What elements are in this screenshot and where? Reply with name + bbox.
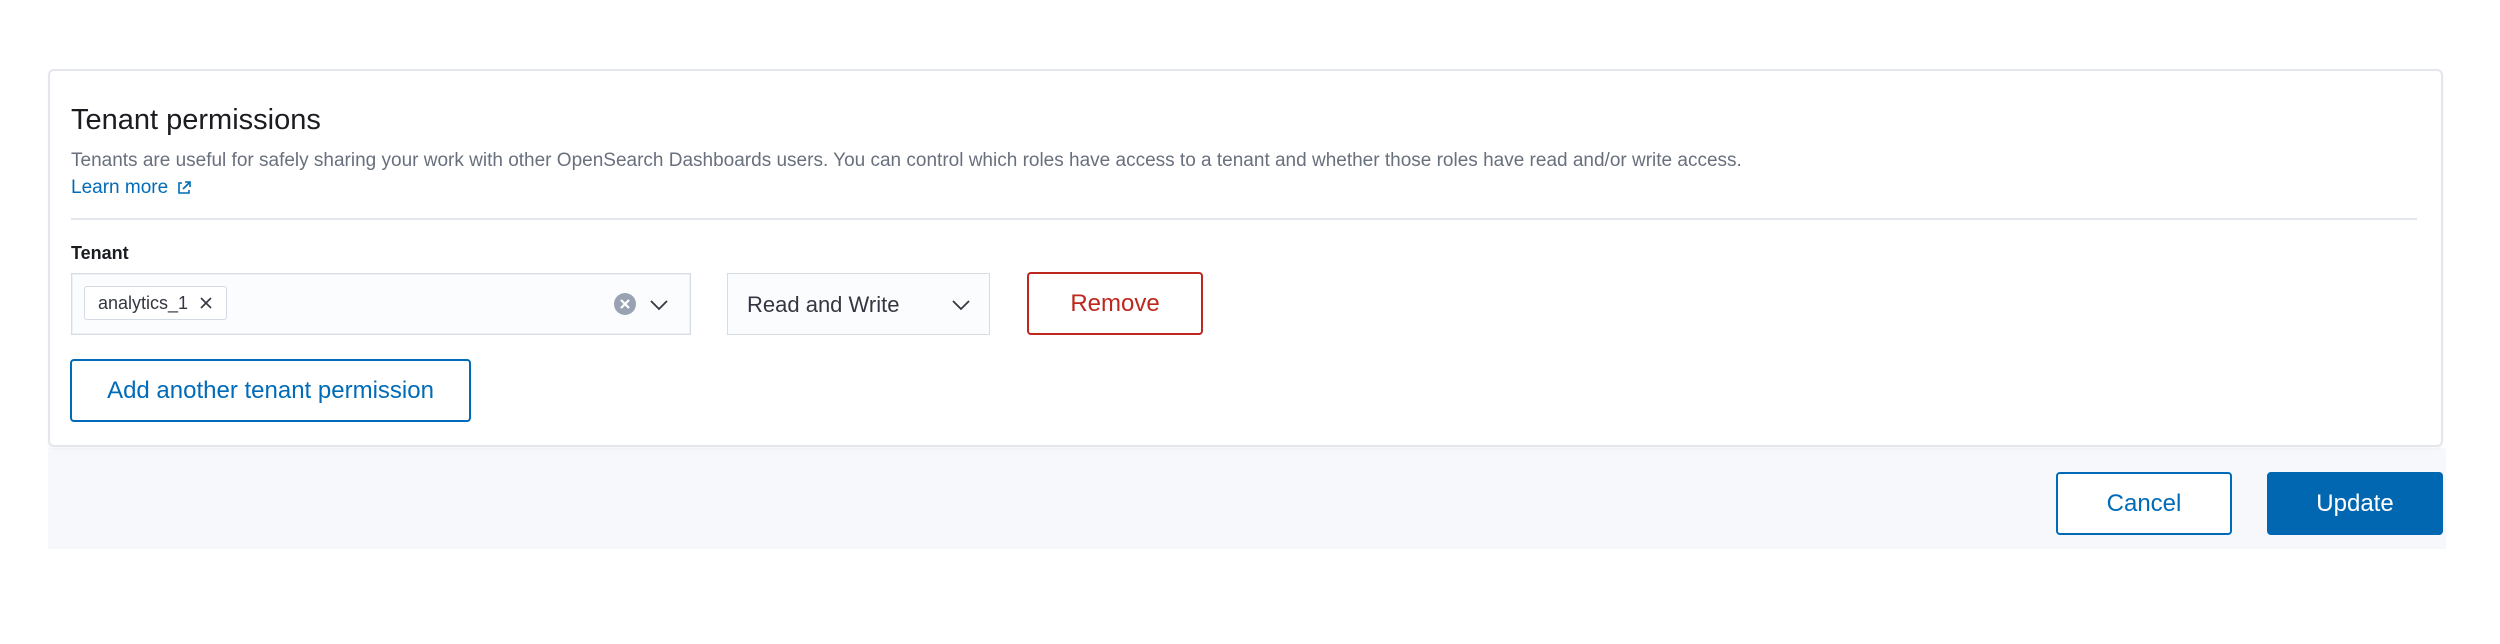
chevron-down-icon[interactable]: [647, 293, 671, 317]
permission-select[interactable]: Read and Write: [727, 273, 990, 335]
tenant-combo-box[interactable]: analytics_1: [71, 273, 691, 335]
clear-circle-icon[interactable]: [613, 292, 637, 316]
update-button[interactable]: Update: [2267, 472, 2443, 535]
learn-more-link[interactable]: Learn more: [71, 175, 192, 201]
panel-title: Tenant permissions: [71, 104, 321, 136]
section-divider: [71, 218, 2417, 220]
chevron-down-icon: [949, 293, 973, 317]
remove-button[interactable]: Remove: [1027, 272, 1203, 335]
tenant-chip-label: analytics_1: [98, 293, 189, 313]
panel-description: Tenants are useful for safely sharing yo…: [71, 150, 1742, 171]
tenant-chip: analytics_1: [84, 286, 228, 320]
add-tenant-permission-button[interactable]: Add another tenant permission: [70, 359, 471, 422]
external-link-icon: [176, 180, 192, 196]
tenant-field-label: Tenant: [71, 243, 129, 263]
learn-more-label: Learn more: [71, 177, 169, 198]
close-icon[interactable]: [198, 295, 214, 311]
permission-select-value: Read and Write: [747, 292, 900, 317]
cancel-button[interactable]: Cancel: [2056, 472, 2232, 535]
